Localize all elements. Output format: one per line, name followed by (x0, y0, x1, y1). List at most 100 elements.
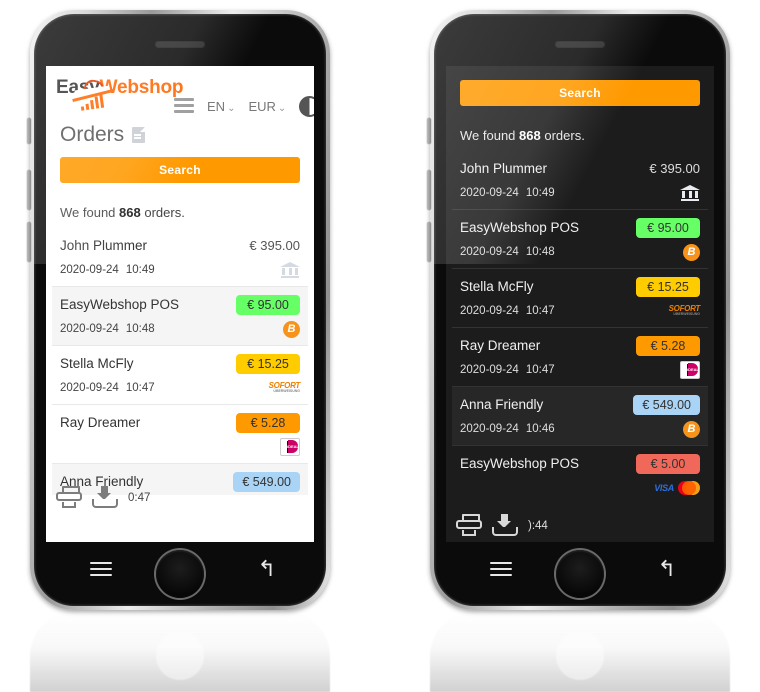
table-row[interactable]: Ray Dreamer € 5.28 2020-09-2410:47 iDEAL (452, 327, 708, 386)
earpiece-speaker (155, 40, 205, 47)
order-customer-name: Ray Dreamer (460, 338, 541, 353)
search-button[interactable]: Search (60, 157, 300, 183)
android-menu-icon[interactable] (90, 562, 112, 580)
easywebshop-app-light: EasyWebshop EN ⌄ EUR ⌄ Orders Search We … (46, 66, 314, 542)
order-customer-name: EasyWebshop POS (460, 456, 580, 471)
logo-text-webshop: Webshop (99, 77, 184, 98)
table-row[interactable]: John Plummer € 395.00 2020-09-24 10:49 (452, 151, 708, 209)
header-controls: EN ⌄ EUR ⌄ (174, 74, 314, 117)
easywebshop-app-dark: Search We found 868 orders. John Plummer… (446, 66, 714, 542)
search-button[interactable]: Search (460, 80, 700, 106)
easywebshop-logo[interactable]: EasyWebshop (56, 74, 184, 115)
language-value: EN (207, 99, 226, 114)
order-datetime: 2020-09-24 10:47 (460, 364, 555, 376)
phone-reflection (430, 612, 730, 692)
order-amount-badge: € 5.28 (636, 335, 700, 356)
document-icon (132, 127, 146, 143)
sofort-icon: SOFORT ÜBERWEISUNG (268, 381, 301, 394)
visa-mastercard-icon: VISA (654, 481, 700, 495)
phone-side-button[interactable] (427, 118, 431, 144)
bitcoin-icon: B (283, 320, 300, 338)
row-action-icons: 0:47 (56, 486, 150, 508)
table-row[interactable]: Stella McFly € 15.25 2020-09-24 10:47 SOF… (452, 268, 708, 327)
table-row[interactable]: EasyWebshop POS € 95.00 2020-09-24 10:48 … (52, 286, 308, 345)
printer-icon[interactable] (56, 486, 82, 508)
order-customer-name: Stella McFly (60, 356, 134, 371)
order-amount-badge: € 5.28 (236, 412, 300, 433)
found-count: 868 (119, 205, 141, 220)
phone-left: EasyWebshop EN ⌄ EUR ⌄ Orders Search We … (27, 10, 330, 610)
contrast-toggle-icon[interactable] (299, 96, 314, 117)
table-row[interactable]: John Plummer € 395.00 2020-09-24 10:49 (52, 228, 308, 286)
results-count-text: We found 868 orders. (46, 183, 314, 228)
phone-volume-up-button[interactable] (427, 170, 431, 210)
chevron-down-icon: ⌄ (227, 103, 236, 114)
order-customer-name: EasyWebshop POS (460, 220, 580, 235)
hamburger-menu-icon[interactable] (174, 97, 194, 116)
phone-right: Search We found 868 orders. John Plummer… (427, 10, 730, 610)
order-amount: € 395.00 (649, 161, 700, 176)
printer-icon[interactable] (456, 514, 482, 536)
phone-volume-up-button[interactable] (27, 170, 31, 210)
order-amount-badge: € 549.00 (233, 471, 300, 492)
phone-side-button[interactable] (27, 118, 31, 144)
page-title-text: Orders (60, 123, 125, 146)
currency-selector[interactable]: EUR ⌄ (248, 99, 286, 114)
orders-list: John Plummer € 395.00 2020-09-24 10:49 Ea… (446, 151, 714, 504)
ideal-icon: iDEAL (680, 361, 700, 379)
sofort-icon: SOFORT ÜBERWEISUNG (668, 304, 701, 317)
android-home-button[interactable] (156, 550, 204, 598)
table-row[interactable]: Ray Dreamer € 5.28 2020-09-2410:47 iDEAL (52, 404, 308, 463)
device-navigation-bar: ↰ (34, 534, 326, 606)
visa-icon: VISA (654, 483, 674, 493)
device-navigation-bar: ↰ (434, 534, 726, 606)
download-icon[interactable] (92, 486, 118, 508)
mastercard-icon (678, 481, 700, 495)
order-datetime: 2020-09-24 10:48 (460, 246, 555, 258)
order-amount-badge: € 15.25 (636, 276, 700, 297)
android-back-icon[interactable]: ↰ (658, 559, 676, 581)
bank-transfer-icon (680, 185, 700, 201)
phone-screen-bezel: EasyWebshop EN ⌄ EUR ⌄ Orders Search We … (34, 14, 326, 606)
bitcoin-icon: B (683, 420, 700, 438)
table-row[interactable]: EasyWebshop POS € 5.00 2020-09-2410:44 V… (452, 445, 708, 504)
orders-list: John Plummer € 395.00 2020-09-24 10:49 Ea… (46, 228, 314, 495)
table-row[interactable]: Anna Friendly € 549.00 2020-09-24 10:46 B (452, 386, 708, 445)
android-menu-icon[interactable] (490, 562, 512, 580)
found-prefix: We found (60, 205, 120, 220)
found-count: 868 (519, 128, 541, 143)
found-suffix: orders. (140, 205, 185, 220)
phone-screen-bezel: Search We found 868 orders. John Plummer… (434, 14, 726, 606)
chevron-down-icon: ⌄ (277, 103, 287, 114)
bank-transfer-icon (280, 262, 300, 278)
order-customer-name: Anna Friendly (460, 397, 544, 412)
language-selector[interactable]: EN ⌄ (207, 99, 235, 114)
clipped-time-text: 0:47 (128, 492, 151, 504)
found-suffix: orders. (540, 128, 585, 143)
app-screen-dark: Search We found 868 orders. John Plummer… (446, 66, 714, 542)
order-amount-badge: € 15.25 (236, 353, 300, 374)
order-datetime: 2020-09-24 10:49 (60, 264, 155, 276)
row-action-icons: ):44 (456, 514, 548, 536)
order-datetime: 2020-09-24 10:47 (460, 305, 555, 317)
android-back-icon[interactable]: ↰ (258, 559, 276, 581)
order-customer-name: John Plummer (60, 238, 148, 253)
page-title: Orders (46, 117, 314, 151)
ideal-icon: iDEAL (280, 438, 300, 456)
table-row[interactable]: EasyWebshop POS € 95.00 2020-09-24 10:48 … (452, 209, 708, 268)
table-row[interactable]: Stella McFly € 15.25 2020-09-24 10:47 SOF… (52, 345, 308, 404)
phone-volume-down-button[interactable] (427, 222, 431, 262)
download-icon[interactable] (492, 514, 518, 536)
order-customer-name: Ray Dreamer (60, 415, 141, 430)
android-home-button[interactable] (556, 550, 604, 598)
earpiece-speaker (555, 40, 605, 47)
app-screen-light: EasyWebshop EN ⌄ EUR ⌄ Orders Search We … (46, 66, 314, 542)
order-customer-name: EasyWebshop POS (60, 297, 180, 312)
order-amount-badge: € 95.00 (636, 217, 700, 238)
order-datetime: 2020-09-24 10:46 (460, 423, 555, 435)
phone-volume-down-button[interactable] (27, 222, 31, 262)
phone-reflection (30, 612, 330, 692)
results-count-text: We found 868 orders. (446, 106, 714, 151)
found-prefix: We found (460, 128, 520, 143)
order-customer-name: Stella McFly (460, 279, 534, 294)
